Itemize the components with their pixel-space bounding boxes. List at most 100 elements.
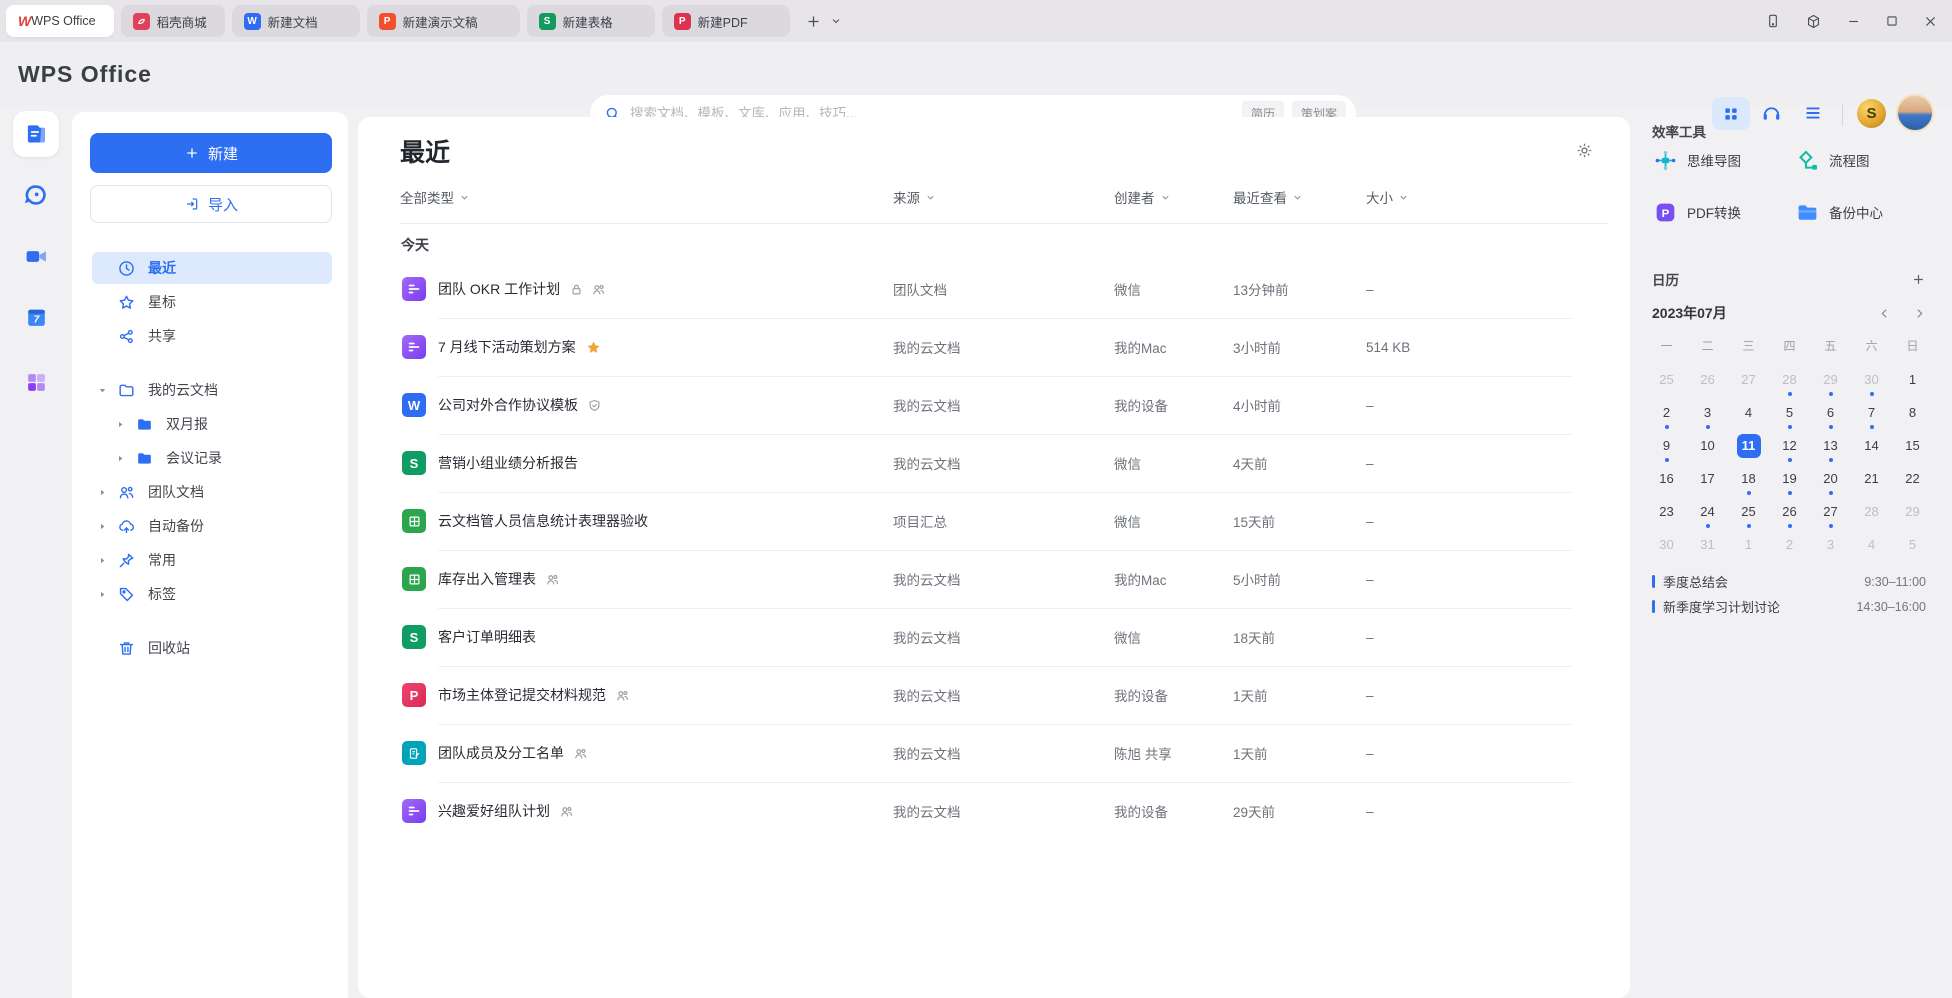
calendar-day[interactable]: 4 [1851, 528, 1892, 561]
close-button[interactable] [1923, 14, 1938, 29]
rail-item-messages[interactable] [0, 172, 72, 218]
caret-right-icon[interactable] [92, 488, 112, 497]
calendar-day[interactable]: 2 [1769, 528, 1810, 561]
sidebar-item-标签[interactable]: 标签 [92, 578, 332, 610]
calendar-day[interactable]: 29 [1892, 495, 1933, 528]
tool-备份中心[interactable]: 备份中心 [1794, 199, 1928, 225]
caret-right-icon[interactable] [92, 590, 112, 599]
filter-创建者[interactable]: 创建者 [1114, 187, 1171, 207]
gear-icon[interactable] [1575, 141, 1594, 160]
calendar-day[interactable]: 28 [1851, 495, 1892, 528]
calendar-day[interactable]: 2 [1646, 396, 1687, 429]
calendar-day[interactable]: 27 [1728, 363, 1769, 396]
file-row[interactable]: W公司对外合作协议模板我的云文档我的设备4小时前– [358, 376, 1630, 434]
workspace-cube-icon[interactable] [1805, 13, 1822, 30]
calendar-day[interactable]: 26 [1687, 363, 1728, 396]
calendar-day[interactable]: 8 [1892, 396, 1933, 429]
sidebar-item-共享[interactable]: 共享 [92, 320, 332, 352]
sidebar-item-自动备份[interactable]: 自动备份 [92, 510, 332, 542]
calendar-day[interactable]: 30 [1646, 528, 1687, 561]
calendar-day[interactable]: 4 [1728, 396, 1769, 429]
tab-list-chevron-down-icon[interactable] [830, 15, 842, 27]
sidebar-item-双月报[interactable]: 双月报 [110, 408, 332, 440]
calendar-day[interactable]: 31 [1687, 528, 1728, 561]
calendar-event[interactable]: 新季度学习计划讨论14:30–16:00 [1652, 594, 1926, 619]
filter-最近查看[interactable]: 最近查看 [1233, 187, 1303, 207]
calendar-day[interactable]: 22 [1892, 462, 1933, 495]
sidebar-item-我的云文档[interactable]: 我的云文档 [92, 374, 332, 406]
calendar-event[interactable]: 季度总结会9:30–11:00 [1652, 569, 1926, 594]
calendar-day[interactable]: 5 [1769, 396, 1810, 429]
file-row[interactable]: 库存出入管理表我的云文档我的Mac5小时前– [358, 550, 1630, 608]
sidebar-item-回收站[interactable]: 回收站 [92, 632, 332, 664]
new-document-button[interactable]: 新建 [90, 133, 332, 173]
window-tab[interactable]: WWPS Office [6, 5, 114, 37]
tool-思维导图[interactable]: 思维导图 [1652, 147, 1794, 173]
rail-item-apps[interactable] [0, 359, 72, 405]
calendar-day[interactable]: 25 [1646, 363, 1687, 396]
file-row[interactable]: P市场主体登记提交材料规范我的云文档我的设备1天前– [358, 666, 1630, 724]
file-row[interactable]: S客户订单明细表我的云文档微信18天前– [358, 608, 1630, 666]
file-row[interactable]: S营销小组业绩分析报告我的云文档微信4天前– [358, 434, 1630, 492]
calendar-day[interactable]: 29 [1810, 363, 1851, 396]
calendar-day[interactable]: 13 [1810, 429, 1851, 462]
caret-right-icon[interactable] [110, 454, 130, 463]
window-tab[interactable]: P新建演示文稿 [367, 5, 520, 37]
calendar-day[interactable]: 21 [1851, 462, 1892, 495]
sidebar-item-常用[interactable]: 常用 [92, 544, 332, 576]
file-row[interactable]: 兴趣爱好组队计划我的云文档我的设备29天前– [358, 782, 1630, 840]
calendar-day-selected[interactable]: 11 [1728, 429, 1769, 462]
calendar-day[interactable]: 18 [1728, 462, 1769, 495]
calendar-day[interactable]: 19 [1769, 462, 1810, 495]
calendar-day[interactable]: 7 [1851, 396, 1892, 429]
calendar-day[interactable]: 24 [1687, 495, 1728, 528]
apps-grid-button[interactable] [1712, 97, 1750, 130]
calendar-day[interactable]: 20 [1810, 462, 1851, 495]
calendar-day[interactable]: 30 [1851, 363, 1892, 396]
filter-全部类型[interactable]: 全部类型 [400, 187, 470, 207]
calendar-day[interactable]: 3 [1687, 396, 1728, 429]
tool-PDF转换[interactable]: PPDF转换 [1652, 199, 1794, 225]
file-row[interactable]: 团队 OKR 工作计划团队文档微信13分钟前– [358, 260, 1630, 318]
calendar-day[interactable]: 1 [1892, 363, 1933, 396]
calendar-day[interactable]: 5 [1892, 528, 1933, 561]
file-row[interactable]: 云文档管人员信息统计表理器验收项目汇总微信15天前– [358, 492, 1630, 550]
file-row[interactable]: 团队成员及分工名单我的云文档陈旭 共享1天前– [358, 724, 1630, 782]
sidebar-item-最近[interactable]: 最近 [92, 252, 332, 284]
sidebar-item-星标[interactable]: 星标 [92, 286, 332, 318]
caret-right-icon[interactable] [92, 556, 112, 565]
calendar-day[interactable]: 15 [1892, 429, 1933, 462]
new-tab-button[interactable] [805, 13, 822, 30]
calendar-next-chevron-right-icon[interactable] [1913, 307, 1926, 320]
minimize-button[interactable] [1846, 14, 1861, 29]
window-tab[interactable]: W新建文档 [232, 5, 360, 37]
support-headset-icon[interactable] [1758, 100, 1784, 126]
calendar-day[interactable]: 25 [1728, 495, 1769, 528]
calendar-day[interactable]: 10 [1687, 429, 1728, 462]
calendar-day[interactable]: 3 [1810, 528, 1851, 561]
sidebar-item-会议记录[interactable]: 会议记录 [110, 442, 332, 474]
calendar-day[interactable]: 27 [1810, 495, 1851, 528]
window-tab[interactable]: 稻壳商城 [121, 5, 225, 37]
window-tab[interactable]: S新建表格 [527, 5, 655, 37]
rail-item-meetings[interactable] [0, 233, 72, 279]
calendar-day[interactable]: 28 [1769, 363, 1810, 396]
add-event-plus-icon[interactable] [1911, 272, 1926, 287]
user-avatar[interactable] [1896, 94, 1934, 132]
calendar-day[interactable]: 17 [1687, 462, 1728, 495]
window-tab[interactable]: P新建PDF [662, 5, 790, 37]
caret-right-icon[interactable] [92, 522, 112, 531]
calendar-day[interactable]: 14 [1851, 429, 1892, 462]
filter-来源[interactable]: 来源 [893, 187, 936, 207]
sidebar-item-团队文档[interactable]: 团队文档 [92, 476, 332, 508]
file-row[interactable]: 7 月线下活动策划方案我的云文档我的Mac3小时前514 KB [358, 318, 1630, 376]
calendar-prev-chevron-left-icon[interactable] [1878, 307, 1891, 320]
calendar-day[interactable]: 1 [1728, 528, 1769, 561]
import-button[interactable]: 导入 [90, 185, 332, 223]
rail-item-documents[interactable] [13, 111, 59, 157]
tool-流程图[interactable]: 流程图 [1794, 147, 1928, 173]
filter-大小[interactable]: 大小 [1366, 187, 1409, 207]
calendar-day[interactable]: 26 [1769, 495, 1810, 528]
calendar-day[interactable]: 6 [1810, 396, 1851, 429]
rail-item-calendar[interactable]: 7 [0, 294, 72, 340]
